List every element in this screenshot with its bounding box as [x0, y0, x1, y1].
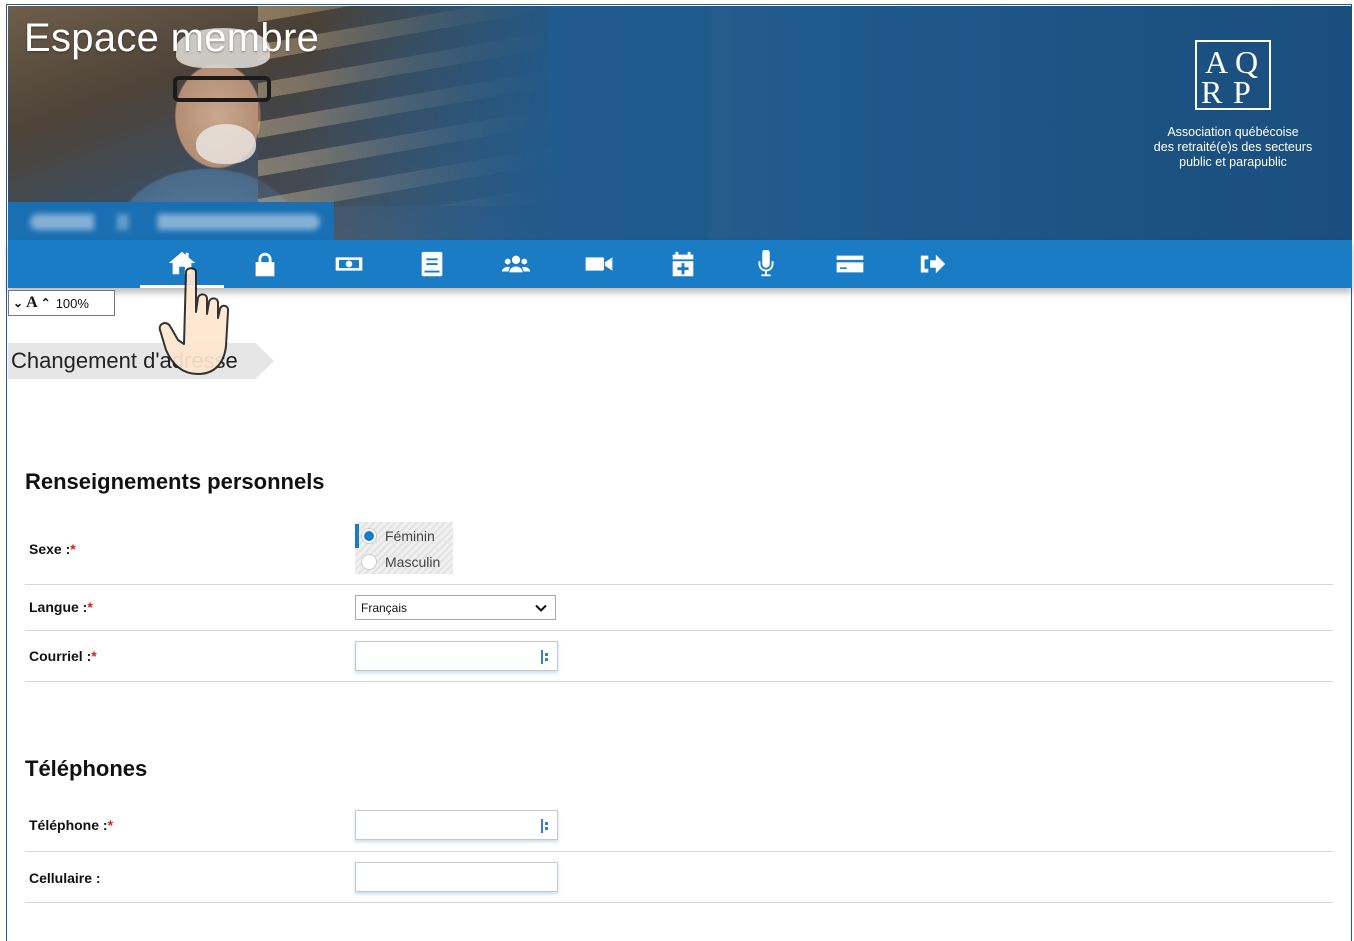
aqrp-logo[interactable]: A Q R P Association québécoise des retra…	[1136, 40, 1330, 170]
book-icon	[421, 251, 443, 277]
nav-finances[interactable]	[307, 240, 391, 288]
radio-feminin[interactable]: Féminin	[361, 525, 435, 547]
user-name-strip	[8, 202, 334, 242]
langue-label: Langue :*	[29, 599, 93, 615]
banner-person-glasses	[173, 76, 271, 102]
cellulaire-input[interactable]	[355, 862, 558, 892]
telephone-label-text: Téléphone :	[29, 817, 108, 833]
sexe-label: Sexe :*	[29, 541, 76, 557]
radio-label: Masculin	[385, 554, 441, 570]
lock-icon	[255, 252, 275, 277]
divider	[25, 902, 1333, 903]
nav-logout[interactable]	[891, 240, 975, 288]
telephone-label: Téléphone :*	[29, 817, 113, 833]
cellulaire-label: Cellulaire :	[29, 870, 101, 886]
required-marker: *	[70, 541, 76, 557]
nav-events[interactable]	[641, 240, 725, 288]
banner-person-beard	[196, 124, 256, 164]
langue-select-value: Français	[361, 600, 408, 615]
font-letter: A	[26, 294, 38, 311]
logo-letter: R	[1201, 74, 1223, 110]
increase-font-button[interactable]: ⌃	[41, 296, 51, 311]
courriel-label-text: Courriel :	[29, 648, 92, 664]
page-title: Espace membre	[24, 16, 320, 60]
divider	[25, 584, 1333, 585]
required-marker: *	[107, 817, 114, 833]
radio-button-checked[interactable]	[361, 528, 377, 544]
autofill-key-icon	[541, 650, 548, 664]
required-marker: *	[91, 648, 97, 664]
nav-podcasts[interactable]	[724, 240, 808, 288]
radio-focus-bar	[355, 524, 359, 548]
radio-label: Féminin	[385, 528, 435, 544]
video-camera-icon	[585, 257, 613, 271]
sexe-label-text: Sexe :	[29, 541, 71, 557]
sexe-radio-group: Féminin Masculin	[355, 522, 453, 574]
nav-documents[interactable]	[390, 240, 474, 288]
nav-payment[interactable]	[808, 240, 892, 288]
section-title-phones: Téléphones	[25, 756, 148, 781]
logo-letter: P	[1233, 74, 1251, 110]
nav-members[interactable]	[474, 240, 558, 288]
aqrp-logo-mark: A Q R P	[1195, 40, 1271, 110]
logo-text-line: des retraité(e)s des secteurs	[1153, 140, 1313, 154]
logo-text: Association québécoise des retraité(e)s …	[1136, 125, 1330, 170]
langue-label-text: Langue :	[29, 599, 88, 615]
telephone-input[interactable]	[355, 810, 558, 840]
divider	[25, 851, 1333, 852]
banner-fade	[308, 6, 708, 242]
font-size-control: ⌄ A ⌃ 100%	[8, 290, 115, 316]
courriel-input[interactable]	[355, 641, 558, 671]
divider	[25, 630, 1333, 631]
chevron-down-icon	[535, 604, 547, 612]
section-title-personal: Renseignements personnels	[25, 469, 325, 494]
logo-text-line: Association québécoise	[1167, 125, 1299, 139]
radio-button[interactable]	[361, 554, 377, 570]
langue-select[interactable]: Français	[355, 595, 556, 620]
nav-videos[interactable]	[557, 240, 641, 288]
divider	[25, 681, 1333, 682]
blurred-user-name	[30, 214, 320, 230]
decrease-font-button[interactable]: ⌄	[13, 296, 23, 311]
users-icon	[501, 255, 531, 273]
courriel-label: Courriel :*	[29, 648, 97, 664]
autofill-key-icon	[541, 819, 548, 833]
money-icon	[335, 257, 363, 271]
zoom-level: 100%	[55, 295, 89, 311]
required-marker: *	[87, 599, 93, 615]
hand-cursor-icon	[158, 267, 230, 375]
microphone-icon	[758, 250, 774, 277]
radio-masculin[interactable]: Masculin	[361, 551, 440, 573]
credit-card-icon	[836, 255, 864, 273]
calendar-plus-icon	[672, 251, 694, 277]
sign-out-icon	[920, 254, 946, 274]
logo-text-line: public et parapublic	[1179, 155, 1287, 169]
